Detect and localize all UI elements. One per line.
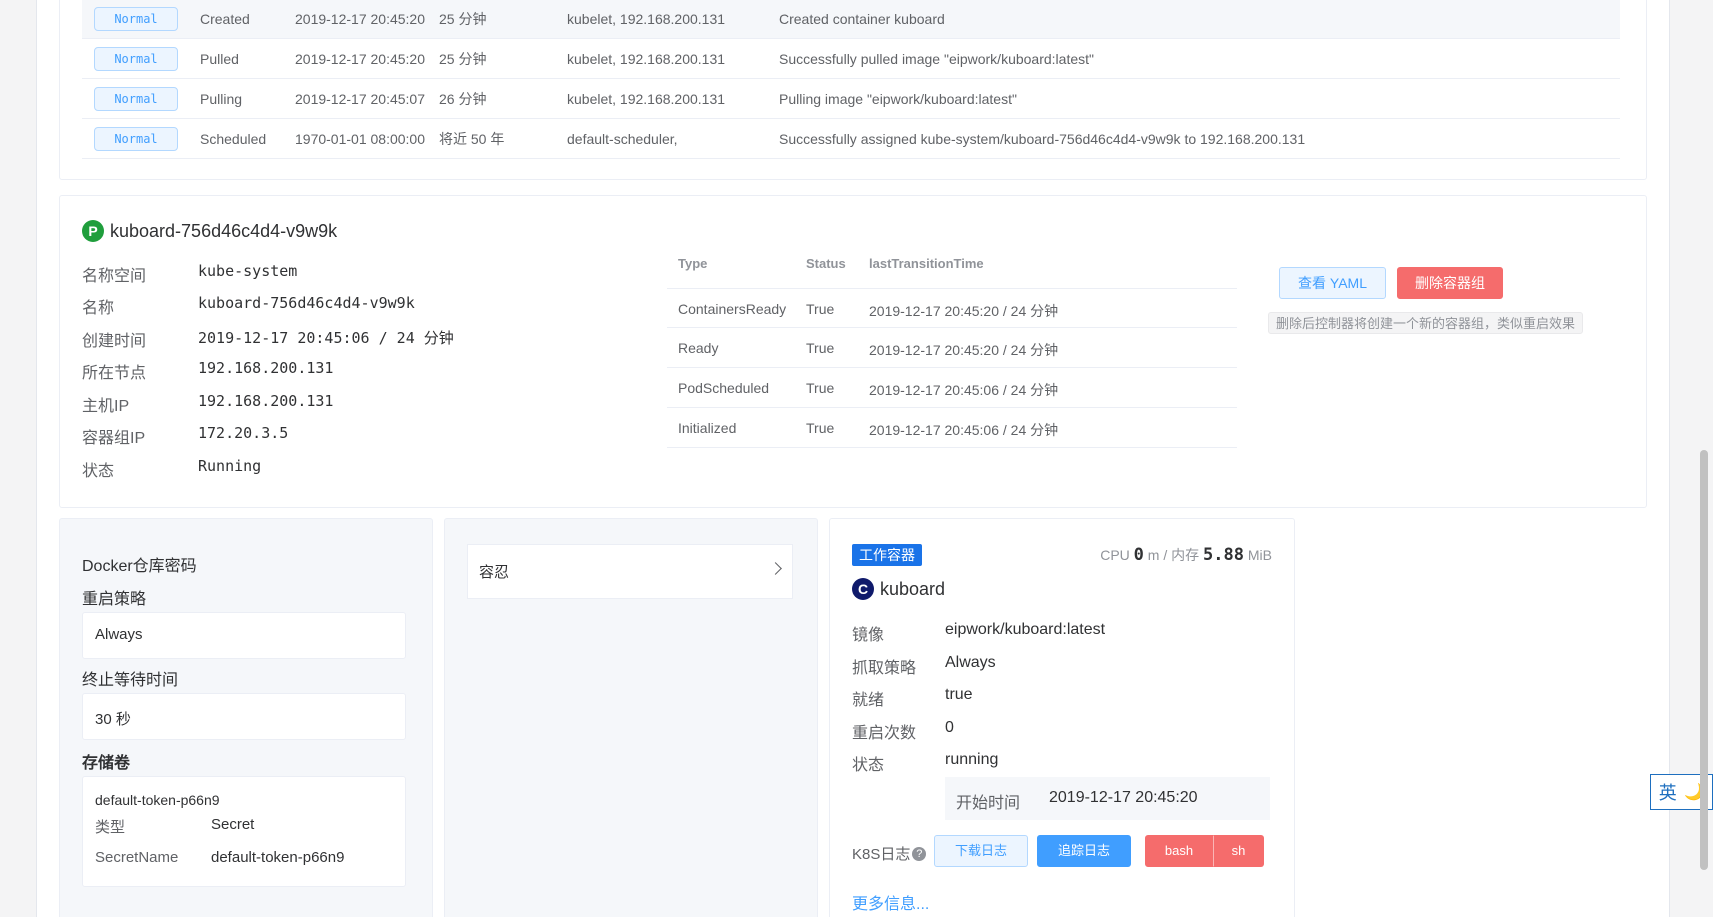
events-card: Normal Created 2019-12-17 20:45:20 25 分钟… [59, 0, 1647, 180]
status-tag: Normal [94, 6, 178, 31]
secret-name: default-token-p66n9 [211, 849, 345, 866]
chevron-right-icon [769, 562, 782, 575]
conditions-header-status: Status [806, 256, 846, 271]
conditions-header-type: Type [678, 256, 708, 271]
event-time: 1970-01-01 08:00:00 [295, 130, 425, 147]
table-row: Normal Pulling 2019-12-17 20:45:07 26 分钟… [82, 79, 1620, 119]
event-time: 2019-12-17 20:45:20 [295, 10, 425, 27]
restart-policy-value: Always [82, 612, 406, 659]
event-time: 2019-12-17 20:45:07 [295, 90, 425, 107]
download-logs-button[interactable]: 下载日志 [934, 835, 1028, 867]
start-time-box: 开始时间 2019-12-17 20:45:20 [945, 777, 1270, 820]
pod-card: P kuboard-756d46c4d4-v9w9k 名称空间 kube-syst… [59, 195, 1647, 508]
more-info-link[interactable]: 更多信息... [852, 890, 929, 914]
status-tag: Normal [94, 46, 178, 71]
start-time-label: 开始时间 [956, 795, 1021, 812]
status-tag: Normal [94, 86, 178, 111]
event-source: default-scheduler, [567, 130, 678, 147]
event-source: kubelet, 192.168.200.131 [567, 10, 726, 27]
status-tag: Normal [94, 126, 178, 151]
pod-name: kuboard-756d46c4d4-v9w9k [110, 220, 338, 241]
volume-item: default-token-p66n9 类型 Secret SecretName… [82, 776, 406, 887]
resource-usage: CPU 0 m / 内存 5.88 MiB [1100, 545, 1272, 565]
volume-type-label: 类型 [95, 819, 126, 836]
event-age: 25 分钟 [439, 50, 487, 67]
docker-secret-label: Docker仓库密码 [82, 558, 197, 575]
grace-period-label: 终止等待时间 [82, 672, 179, 689]
ime-lang: 英 [1658, 783, 1677, 803]
event-age: 26 分钟 [439, 90, 487, 107]
view-yaml-button[interactable]: 查看 YAML [1279, 267, 1386, 299]
event-reason: Scheduled [200, 130, 267, 147]
table-row: Normal Created 2019-12-17 20:45:20 25 分钟… [82, 0, 1620, 39]
delete-hint: 删除后控制器将创建一个新的容器组，类似重启效果 [1268, 312, 1584, 334]
container-title: C kuboard [852, 578, 945, 600]
table-row: Initialized True 2019-12-17 20:45:06 / 24 … [667, 408, 1237, 448]
delete-pod-button[interactable]: 删除容器组 [1397, 267, 1503, 299]
event-time: 2019-12-17 20:45:20 [295, 50, 425, 67]
event-reason: Created [200, 10, 250, 27]
grace-period-value: 30 秒 [82, 693, 406, 740]
scrollbar[interactable] [1700, 450, 1708, 870]
page-content: Normal Created 2019-12-17 20:45:20 25 分钟… [36, 0, 1670, 917]
pod-title: P kuboard-756d46c4d4-v9w9k [82, 220, 337, 242]
follow-logs-button[interactable]: 追踪日志 [1037, 835, 1131, 867]
container-badge-icon: C [852, 578, 874, 600]
conditions-header-time: lastTransitionTime [869, 256, 984, 271]
container-card: 工作容器 CPU 0 m / 内存 5.88 MiB C kuboard 镜像 e… [829, 518, 1295, 917]
event-reason: Pulling [200, 90, 243, 107]
tolerations-collapse[interactable]: 容忍 [467, 544, 793, 599]
table-row: PodScheduled True 2019-12-17 20:45:06 / 24… [667, 368, 1237, 408]
event-reason: Pulled [200, 50, 239, 67]
event-source: kubelet, 192.168.200.131 [567, 90, 726, 107]
volume-type: Secret [211, 816, 255, 833]
help-icon[interactable]: ? [912, 846, 927, 861]
secret-name-label: SecretName [95, 849, 179, 866]
event-message: Successfully pulled image "eipwork/kuboa… [779, 50, 1094, 67]
event-message: Pulling image "eipwork/kuboard:latest" [779, 90, 1017, 107]
event-age: 将近 50 年 [439, 130, 505, 147]
pod-spec-card: Docker仓库密码 重启策略 Always 终止等待时间 30 秒 存储卷 d… [59, 518, 433, 917]
event-message: Created container kuboard [779, 10, 945, 27]
bash-button[interactable]: bash [1145, 835, 1213, 867]
event-age: 25 分钟 [439, 10, 487, 27]
container-name: kuboard [880, 578, 946, 599]
table-row: Normal Pulled 2019-12-17 20:45:20 25 分钟 … [82, 39, 1620, 79]
table-row: Ready True 2019-12-17 20:45:20 / 24 分钟 [667, 328, 1237, 368]
event-source: kubelet, 192.168.200.131 [567, 50, 726, 67]
table-row: Normal Scheduled 1970-01-01 08:00:00 将近 … [82, 119, 1620, 159]
k8s-logs-label: K8S日志 ? [852, 843, 927, 864]
pod-badge-icon: P [82, 220, 104, 242]
tolerations-card: 容忍 [444, 518, 818, 917]
restart-policy-label: 重启策略 [82, 591, 147, 608]
start-time-value: 2019-12-17 20:45:20 [1049, 789, 1198, 806]
volume-name: default-token-p66n9 [95, 792, 220, 808]
work-container-tag: 工作容器 [852, 544, 922, 566]
volumes-label: 存储卷 [82, 755, 131, 772]
sh-button[interactable]: sh [1213, 835, 1264, 867]
event-message: Successfully assigned kube-system/kuboar… [779, 130, 1306, 147]
table-row: ContainersReady True 2019-12-17 20:45:20 /… [667, 288, 1237, 328]
tolerations-label: 容忍 [479, 564, 510, 581]
